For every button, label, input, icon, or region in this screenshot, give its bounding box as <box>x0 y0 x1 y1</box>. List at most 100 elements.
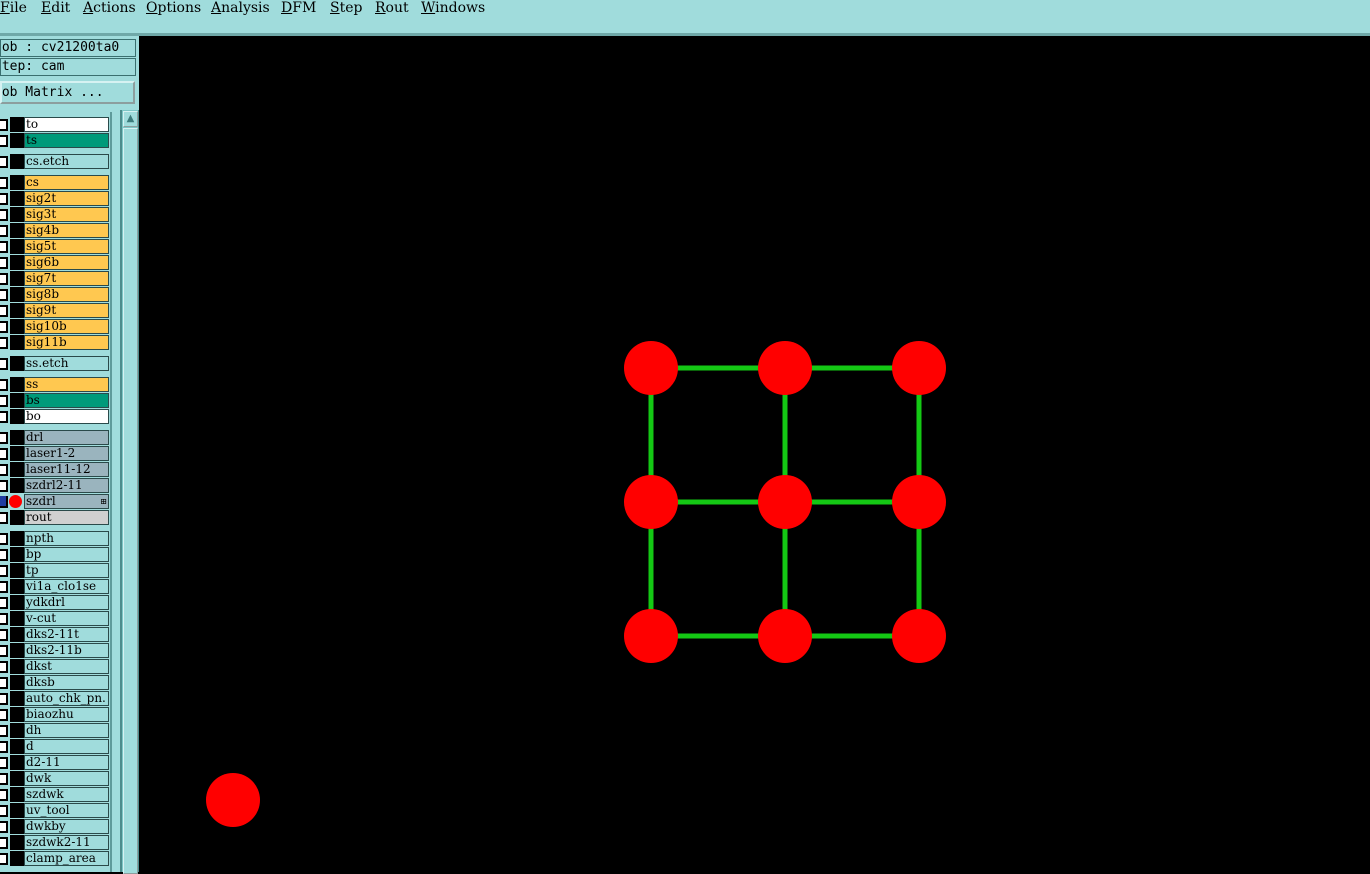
layer-checkbox[interactable] <box>0 709 8 721</box>
layer-name[interactable]: dh <box>24 723 109 738</box>
layer-name[interactable]: ts <box>24 133 109 148</box>
pad[interactable] <box>892 609 946 663</box>
layer-color-slot[interactable] <box>10 223 24 238</box>
layer-checkbox[interactable] <box>0 565 8 577</box>
layer-color-slot[interactable] <box>10 611 24 626</box>
layer-name[interactable]: v-cut <box>24 611 109 626</box>
layer-checkbox[interactable] <box>0 305 8 317</box>
layer-row-szdrl[interactable]: szdrl ⊞ <box>0 494 110 509</box>
layer-row-szdrl2-11[interactable]: szdrl2-11 <box>0 478 110 493</box>
layer-row-laser1-2[interactable]: laser1-2 <box>0 446 110 461</box>
menu-edit[interactable]: Edit <box>41 0 70 16</box>
layer-checkbox[interactable] <box>0 225 8 237</box>
layer-color-slot[interactable] <box>10 675 24 690</box>
layer-name[interactable]: clamp_area <box>24 851 109 866</box>
layer-row-d2-11[interactable]: d2-11 <box>0 755 110 770</box>
layer-name[interactable]: biaozhu <box>24 707 109 722</box>
layer-row-sig2t[interactable]: sig2t <box>0 191 110 206</box>
layer-name[interactable]: tp <box>24 563 109 578</box>
layer-name[interactable]: laser11-12 <box>24 462 109 477</box>
layer-color-slot[interactable] <box>10 643 24 658</box>
layer-row-vi1a_clo1se[interactable]: vi1a_clo1se <box>0 579 110 594</box>
layer-row-sig8b[interactable]: sig8b <box>0 287 110 302</box>
layer-checkbox[interactable] <box>0 773 8 785</box>
pad[interactable] <box>758 341 812 395</box>
menu-dfm[interactable]: DFM <box>281 0 316 16</box>
layer-checkbox[interactable] <box>0 821 8 833</box>
layer-color-slot[interactable] <box>10 627 24 642</box>
layer-name[interactable]: cs.etch <box>24 154 109 169</box>
menu-rout[interactable]: Rout <box>375 0 409 16</box>
layer-checkbox[interactable] <box>0 789 8 801</box>
layer-color-slot[interactable] <box>10 755 24 770</box>
layer-row-sig6b[interactable]: sig6b <box>0 255 110 270</box>
layer-row-dks2-11b[interactable]: dks2-11b <box>0 643 110 658</box>
layer-name[interactable]: dks2-11t <box>24 627 109 642</box>
layer-color-slot[interactable] <box>10 659 24 674</box>
layer-checkbox[interactable] <box>0 853 8 865</box>
layer-name[interactable]: ydkdrl <box>24 595 109 610</box>
layer-color-slot[interactable] <box>10 335 24 350</box>
layer-name[interactable]: sig5t <box>24 239 109 254</box>
layer-checkbox[interactable] <box>0 448 8 460</box>
layer-checkbox[interactable] <box>0 358 8 370</box>
layer-checkbox[interactable] <box>0 337 8 349</box>
layer-color-slot[interactable] <box>10 579 24 594</box>
layer-checkbox[interactable] <box>0 209 8 221</box>
layer-name[interactable]: uv_tool <box>24 803 109 818</box>
layer-row-dwkby[interactable]: dwkby <box>0 819 110 834</box>
job-matrix-button[interactable]: Job Matrix ... <box>0 81 135 104</box>
layer-row-sig4b[interactable]: sig4b <box>0 223 110 238</box>
layer-checkbox[interactable] <box>0 741 8 753</box>
layer-name[interactable]: npth <box>24 531 109 546</box>
layer-checkbox[interactable] <box>0 432 8 444</box>
layer-checkbox[interactable] <box>0 156 8 168</box>
layer-checkbox[interactable] <box>0 645 8 657</box>
layer-checkbox[interactable] <box>0 805 8 817</box>
layer-color-slot[interactable] <box>10 303 24 318</box>
layer-name[interactable]: sig8b <box>24 287 109 302</box>
layer-row-auto_chk_pn.[interactable]: auto_chk_pn. <box>0 691 110 706</box>
layer-row-sig11b[interactable]: sig11b <box>0 335 110 350</box>
layer-checkbox[interactable] <box>0 629 8 641</box>
layer-checkbox[interactable] <box>0 837 8 849</box>
menu-actions[interactable]: Actions <box>83 0 136 16</box>
layer-row-szdwk[interactable]: szdwk <box>0 787 110 802</box>
layer-display-dot-icon[interactable] <box>9 495 22 508</box>
layer-checkbox[interactable] <box>0 241 8 253</box>
pad[interactable] <box>758 609 812 663</box>
layer-row-uv_tool[interactable]: uv_tool <box>0 803 110 818</box>
layer-name[interactable]: szdrl ⊞ <box>24 494 109 509</box>
layer-row-npth[interactable]: npth <box>0 531 110 546</box>
menu-windows[interactable]: Windows <box>421 0 485 16</box>
layer-color-slot[interactable] <box>10 691 24 706</box>
layer-checkbox[interactable] <box>0 464 8 476</box>
layer-name[interactable]: szdwk <box>24 787 109 802</box>
layer-row-sig7t[interactable]: sig7t <box>0 271 110 286</box>
layer-checkbox[interactable] <box>0 581 8 593</box>
layer-name[interactable]: sig6b <box>24 255 109 270</box>
layer-checkbox[interactable] <box>0 379 8 391</box>
layer-row-ss[interactable]: ss <box>0 377 110 392</box>
layer-color-slot[interactable] <box>10 133 24 148</box>
layer-name[interactable]: dwk <box>24 771 109 786</box>
layer-row-dkst[interactable]: dkst <box>0 659 110 674</box>
layer-color-slot[interactable] <box>10 393 24 408</box>
layer-checkbox[interactable] <box>0 119 8 131</box>
pad[interactable] <box>892 341 946 395</box>
layer-name[interactable]: auto_chk_pn. <box>24 691 109 706</box>
layer-checkbox[interactable] <box>0 273 8 285</box>
layer-checkbox[interactable] <box>0 693 8 705</box>
layer-name[interactable]: sig9t <box>24 303 109 318</box>
layer-checkbox[interactable] <box>0 480 8 492</box>
pad[interactable] <box>624 475 678 529</box>
pad[interactable] <box>758 475 812 529</box>
layer-checkbox[interactable] <box>0 613 8 625</box>
layer-row-cs.etch[interactable]: cs.etch <box>0 154 110 169</box>
layer-checkbox[interactable] <box>0 533 8 545</box>
layer-row-sig10b[interactable]: sig10b <box>0 319 110 334</box>
menu-options[interactable]: Options <box>146 0 201 16</box>
layer-color-slot[interactable] <box>10 191 24 206</box>
layer-color-slot[interactable] <box>10 723 24 738</box>
layer-checkbox[interactable] <box>0 597 8 609</box>
